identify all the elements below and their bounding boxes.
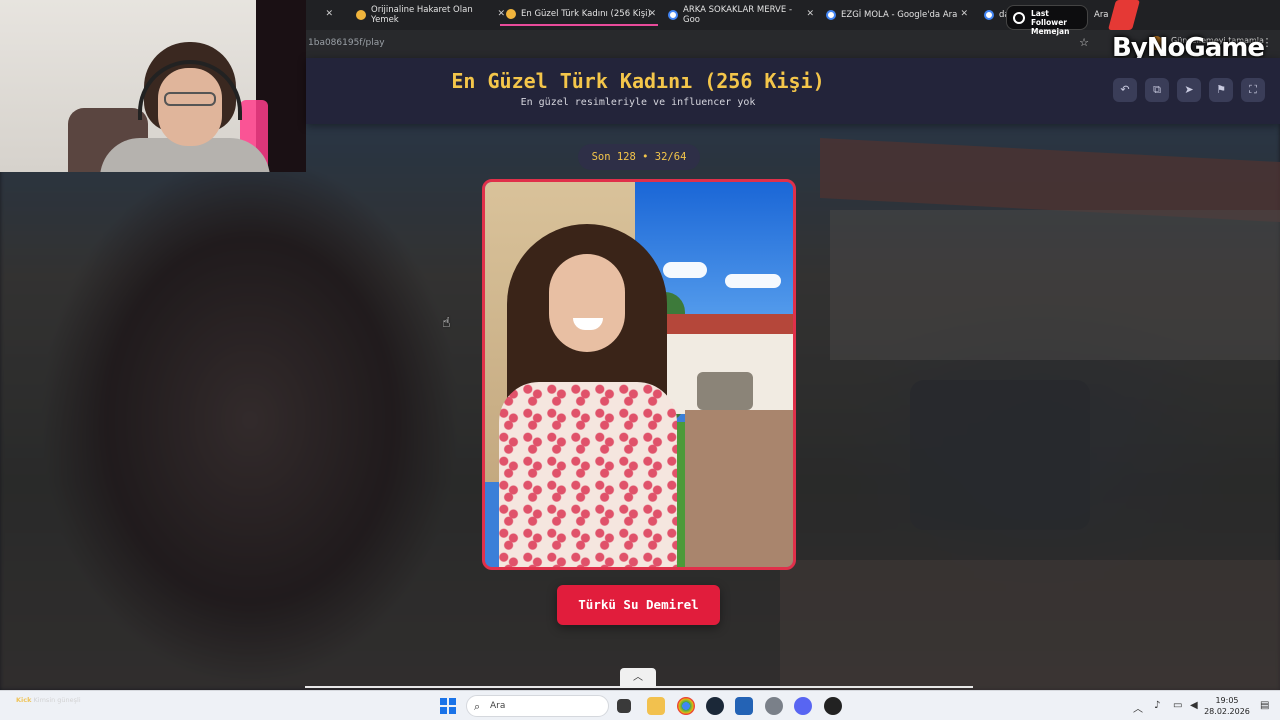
hand-cursor-icon: ☝ xyxy=(442,315,451,331)
clock-time: 19:05 xyxy=(1215,696,1239,705)
chat-user: Kick xyxy=(16,696,32,704)
report-button[interactable]: ⚑ xyxy=(1209,78,1233,102)
chat-line: Kick Kimsin güneşli xyxy=(16,696,216,704)
tray-overflow-chevron-icon[interactable]: ︿ xyxy=(1133,700,1143,715)
photo-car xyxy=(697,372,753,410)
close-tab-icon[interactable]: ✕ xyxy=(806,9,814,19)
candidate-photo[interactable] xyxy=(482,179,796,570)
chrome-icon[interactable] xyxy=(677,697,695,715)
brand-logo: ByNoGame xyxy=(1107,0,1280,63)
fullscreen-icon: ⛶ xyxy=(1249,83,1257,96)
tab-ara-partial[interactable]: Ara xyxy=(1088,4,1112,26)
windows-start-icon[interactable] xyxy=(440,698,456,714)
link-button[interactable]: ⧉ xyxy=(1145,78,1169,102)
settings-gear-icon[interactable] xyxy=(765,697,783,715)
steam-icon[interactable] xyxy=(706,697,724,715)
clock-date: 28.02.2026 xyxy=(1204,707,1250,716)
photo-roof xyxy=(645,314,793,336)
close-tab-icon[interactable]: ✕ xyxy=(960,9,968,19)
undo-icon: ↶ xyxy=(1120,83,1130,96)
stream-chat-overlay: Kick Kimsin güneşli xyxy=(16,696,216,704)
close-tab-icon[interactable]: ✕ xyxy=(648,9,656,19)
chevron-up-icon: ︿ xyxy=(633,672,643,683)
tab-label: ARKA SOKAKLAR MERVE - Goo xyxy=(683,5,793,25)
tab-da[interactable]: da xyxy=(978,4,1010,26)
last-follower-name: Memejan xyxy=(1031,27,1070,36)
google-favicon-icon xyxy=(984,10,994,20)
tab-label: Ara xyxy=(1094,10,1109,20)
tab-label: En Güzel Türk Kadını (256 Kişi) xyxy=(521,9,651,19)
undo-button[interactable]: ↶ xyxy=(1113,78,1137,102)
photo-cloud xyxy=(725,274,781,288)
screen: Orijinaline Hakaret Olan Yemek ✕ ✕ En Gü… xyxy=(0,0,1280,720)
taskbar-clock[interactable]: 19:05 28.02.2026 xyxy=(1204,695,1250,717)
tab-favicon xyxy=(356,10,366,20)
windows-taskbar: ⌕ Ara ︿ ♪ ▭ ◀ 19:05 28.02.2026 ▤ xyxy=(0,690,1280,720)
last-follower-title: Last Follower xyxy=(1031,9,1067,27)
round-progress-badge: Son 128 • 32/64 xyxy=(578,144,700,170)
tab-close-previous[interactable]: ✕ xyxy=(321,4,335,26)
task-view-icon[interactable] xyxy=(617,699,631,713)
page-subtitle: En güzel resimleriyle ve influencer yok xyxy=(520,97,756,108)
taskbar-search-input[interactable]: ⌕ Ara xyxy=(466,695,609,717)
share-icon: ➤ xyxy=(1184,83,1194,96)
last-follower-widget: Last Follower Memejan xyxy=(1006,5,1088,36)
tab-arka-sokaklar[interactable]: ARKA SOKAKLAR MERVE - Goo ✕ xyxy=(662,4,814,26)
webcam-overlay xyxy=(0,0,306,172)
search-icon: ⌕ xyxy=(474,700,481,713)
obs-icon[interactable] xyxy=(824,697,842,715)
photo-cloud xyxy=(663,262,707,278)
share-button[interactable]: ➤ xyxy=(1177,78,1201,102)
google-favicon-icon xyxy=(826,10,836,20)
page-title: En Güzel Türk Kadını (256 Kişi) xyxy=(451,69,825,93)
tab-en-guzel-turk-kadini[interactable]: En Güzel Türk Kadını (256 Kişi) ✕ xyxy=(500,4,658,26)
photo-face xyxy=(549,254,625,352)
scroll-up-button[interactable]: ︿ xyxy=(620,668,656,688)
candidate-name-button[interactable]: Türkü Su Demirel xyxy=(557,585,720,625)
search-placeholder: Ara xyxy=(490,701,506,711)
volume-icon[interactable]: ◀ xyxy=(1190,700,1198,711)
tab-orijinaline-hakaret[interactable]: Orijinaline Hakaret Olan Yemek ✕ xyxy=(350,4,505,26)
bookmark-star-icon[interactable]: ☆ xyxy=(1077,36,1091,50)
bynogame-logo-icon xyxy=(1107,0,1141,30)
google-favicon-icon xyxy=(668,10,678,20)
url-text[interactable]: 1ba086195f/play xyxy=(308,38,385,48)
microphone-icon[interactable]: ♪ xyxy=(1154,700,1160,711)
file-explorer-icon[interactable] xyxy=(647,697,665,715)
network-icon[interactable]: ▭ xyxy=(1173,700,1182,711)
photo-paving xyxy=(685,410,793,567)
page-header: En Güzel Türk Kadını (256 Kişi) En güzel… xyxy=(306,58,1280,124)
close-tab-icon[interactable]: ✕ xyxy=(325,9,333,19)
link-icon: ⧉ xyxy=(1153,83,1161,96)
tab-ezgi-mola[interactable]: EZGİ MOLA - Google'da Ara ✕ xyxy=(820,4,970,26)
notification-icon[interactable]: ▤ xyxy=(1260,700,1269,711)
fullscreen-button[interactable]: ⛶ xyxy=(1241,78,1265,102)
chat-text: Kimsin güneşli xyxy=(33,696,81,704)
tab-label: EZGİ MOLA - Google'da Ara xyxy=(841,10,958,20)
discord-icon[interactable] xyxy=(794,697,812,715)
user-icon xyxy=(1013,12,1025,24)
tab-favicon xyxy=(506,9,516,19)
store-icon[interactable] xyxy=(735,697,753,715)
flag-icon: ⚑ xyxy=(1216,83,1226,96)
tab-label: Orijinaline Hakaret Olan Yemek xyxy=(371,5,473,25)
photo-dress xyxy=(499,382,677,567)
